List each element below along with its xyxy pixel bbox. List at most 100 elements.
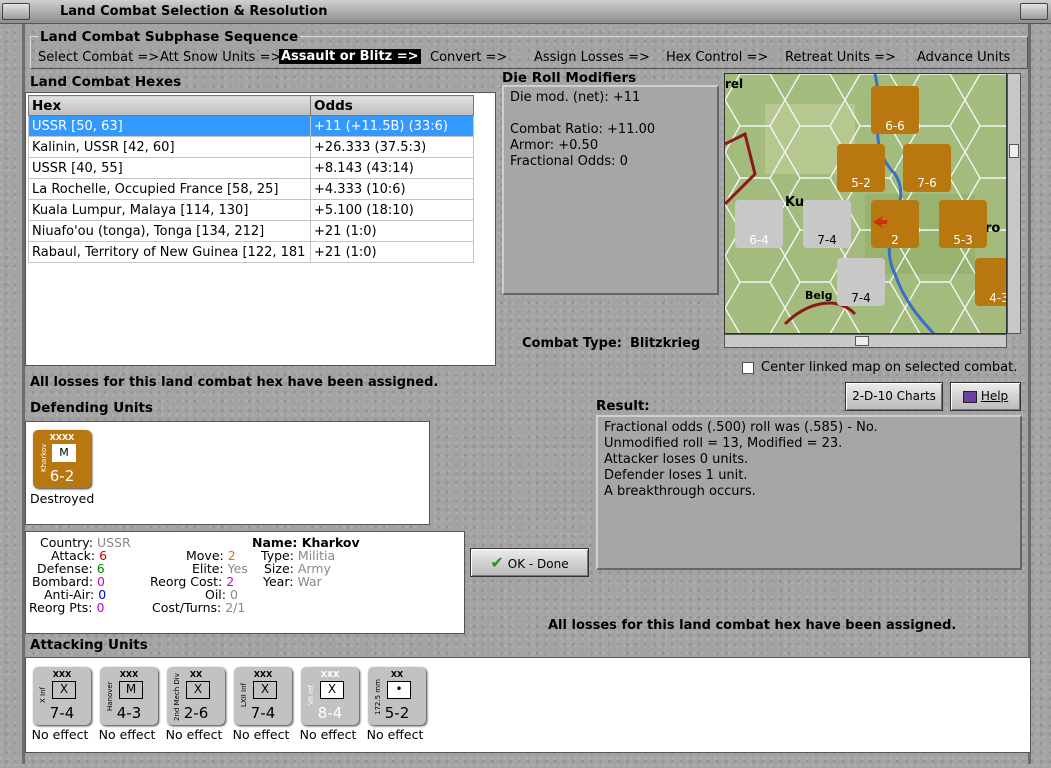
checkmark-icon: ✔ xyxy=(490,553,504,572)
odds-cell: +5.100 (18:10) xyxy=(310,199,474,221)
year-value: War xyxy=(297,574,322,589)
map-counter[interactable]: 6-4 xyxy=(735,200,783,248)
seq-step-assign-losses: Assign Losses => xyxy=(534,50,650,65)
hex-row[interactable]: La Rochelle, Occupied France [58, 25] +4.… xyxy=(28,178,474,200)
map-counter[interactable]: 7-4 xyxy=(803,200,851,248)
map-counter-strength: 7-6 xyxy=(917,176,937,190)
map-counter[interactable]: 4-3 xyxy=(975,258,1007,306)
map-counter[interactable]: 6-6 xyxy=(871,86,919,134)
map-label: rel xyxy=(725,77,743,91)
map-counter-strength: 4-3 xyxy=(989,291,1007,305)
hex-table: Hex Odds USSR [50, 63] +11 (+11.5B) (33:6… xyxy=(28,95,474,263)
unit-name: X Inf xyxy=(39,687,47,703)
reorgpts-label: Reorg Pts: xyxy=(29,600,93,615)
hex-cell: Niuafo'ou (tonga), Tonga [134, 212] xyxy=(28,220,311,242)
unit-strength: 7-4 xyxy=(250,704,276,722)
reorgpts-value: 0 xyxy=(96,600,105,615)
attacking-unit-counter[interactable]: XXX X Inf X 7-4 xyxy=(33,667,91,725)
map-counter-strength: 7-4 xyxy=(851,291,871,305)
seq-step-hex-control: Hex Control => xyxy=(666,50,769,65)
hex-row[interactable]: USSR [40, 55] +8.143 (43:14) xyxy=(28,157,474,179)
odds-cell: +21 (1:0) xyxy=(310,241,474,263)
attacking-unit-counter[interactable]: XXX Hanover M 4-3 xyxy=(100,667,158,725)
attacking-unit-counter[interactable]: XXX VII Inf X 8-4 xyxy=(301,667,359,725)
unit-type-symbol: M xyxy=(119,681,143,699)
hex-list[interactable]: Hex Odds USSR [50, 63] +11 (+11.5B) (33:6… xyxy=(25,92,496,366)
result-line: Fractional odds (.500) roll was (.585) -… xyxy=(604,420,878,435)
hex-row[interactable]: Niuafo'ou (tonga), Tonga [134, 212] +21 (… xyxy=(28,220,474,242)
sequence-title: Land Combat Subphase Sequence xyxy=(38,29,301,45)
center-map-checkbox[interactable] xyxy=(742,362,754,374)
map-counter-strength: 5-3 xyxy=(953,233,973,247)
book-icon xyxy=(962,390,977,403)
odds-cell: +8.143 (43:14) xyxy=(310,157,474,179)
hex-cell: USSR [40, 55] xyxy=(28,157,311,179)
charts-button[interactable]: 2-D-10 Charts xyxy=(845,382,943,411)
hex-cell: Rabaul, Territory of New Guinea [122, 18… xyxy=(28,241,311,263)
map-counter[interactable]: 5-2 xyxy=(837,144,885,192)
year-label: Year: xyxy=(263,574,294,589)
ok-done-button[interactable]: ✔ OK - Done xyxy=(470,548,589,577)
odds-cell: +11 (+11.5B) (33:6) xyxy=(310,115,474,137)
attacking-unit-status: No effect xyxy=(165,727,223,742)
map-counter[interactable]: 7-6 xyxy=(903,144,951,192)
map-vscroll-thumb[interactable] xyxy=(1009,144,1019,158)
unit-size: XXX xyxy=(52,670,72,679)
map-hscroll-thumb[interactable] xyxy=(855,336,869,346)
help-button[interactable]: Help xyxy=(950,382,1021,411)
map-counter-strength: 6-4 xyxy=(749,233,769,247)
modifier-line xyxy=(510,106,711,122)
seq-step-retreat: Retreat Units => xyxy=(785,50,896,65)
close-button[interactable] xyxy=(1020,3,1048,20)
center-map-label: Center linked map on selected combat. xyxy=(761,360,1018,375)
attacking-unit-status: No effect xyxy=(366,727,424,742)
result-title: Result: xyxy=(596,398,650,414)
hex-row[interactable]: USSR [50, 63] +11 (+11.5B) (33:6) xyxy=(28,115,474,137)
hex-row[interactable]: Kuala Lumpur, Malaya [114, 130] +5.100 (1… xyxy=(28,199,474,221)
map-vertical-scrollbar[interactable] xyxy=(1007,73,1021,334)
hex-cell: Kalinin, USSR [42, 60] xyxy=(28,136,311,158)
unit-size: XXXX xyxy=(49,433,75,442)
attacking-title: Attacking Units xyxy=(30,637,148,653)
map-label: Belg xyxy=(805,289,833,302)
map-counter-strength: 5-2 xyxy=(851,176,871,190)
window-title: Land Combat Selection & Resolution xyxy=(60,4,328,19)
odds-cell: +26.333 (37.5:3) xyxy=(310,136,474,158)
map-counter-strength: 2 xyxy=(891,233,899,247)
losses-message: All losses for this land combat hex have… xyxy=(30,375,439,390)
hex-row[interactable]: Rabaul, Territory of New Guinea [122, 18… xyxy=(28,241,474,263)
unit-strength: 8-4 xyxy=(317,704,343,722)
modifier-line: Combat Ratio: +11.00 xyxy=(510,122,656,137)
system-menu-button[interactable] xyxy=(2,3,30,20)
map-counter[interactable]: 7-4 xyxy=(837,258,885,306)
modifier-line: Armor: +0.50 xyxy=(510,138,599,153)
map-counter[interactable]: 5-3 xyxy=(939,200,987,248)
attacking-unit-counter[interactable]: XXX LXII Inf X 7-4 xyxy=(234,667,292,725)
seq-step-att-snow: Att Snow Units => xyxy=(160,50,282,65)
unit-type-symbol: X xyxy=(52,681,76,699)
attacking-unit-counter[interactable]: XX 172.5 mm • 5-2 xyxy=(368,667,426,725)
combat-type-label: Combat Type: xyxy=(522,336,622,351)
title-bar: Land Combat Selection & Resolution xyxy=(0,0,1051,24)
map-counter-strength: 7-4 xyxy=(817,233,837,247)
hex-cell: La Rochelle, Occupied France [58, 25] xyxy=(28,178,311,200)
map-horizontal-scrollbar[interactable] xyxy=(724,334,1007,348)
result-line: Unmodified roll = 13, Modified = 23. xyxy=(604,436,843,451)
attacking-unit-status: No effect xyxy=(31,727,89,742)
attacking-unit-status: No effect xyxy=(98,727,156,742)
odds-cell: +4.333 (10:6) xyxy=(310,178,474,200)
losses-message-2: All losses for this land combat hex have… xyxy=(548,618,957,633)
linked-map[interactable]: rel Ku ro Belg 6-6 5-2 7-6 6-4 7-4 2 5-3… xyxy=(724,73,1007,334)
attacking-unit-counter[interactable]: XX 2nd Mech Div X 2-6 xyxy=(167,667,225,725)
modifier-line: Fractional Odds: 0 xyxy=(510,154,628,169)
map-counter-strength: 6-6 xyxy=(885,119,905,133)
ok-done-label: OK - Done xyxy=(507,557,569,571)
defending-unit-counter[interactable]: XXXX Kharkov M 6-2 xyxy=(33,430,91,488)
unit-strength: 6-2 xyxy=(49,467,75,485)
hex-row[interactable]: Kalinin, USSR [42, 60] +26.333 (37.5:3) xyxy=(28,136,474,158)
col-odds[interactable]: Odds xyxy=(310,95,474,116)
unit-size: XXX xyxy=(320,670,340,679)
map-label: ro xyxy=(985,221,1000,236)
col-hex[interactable]: Hex xyxy=(28,95,311,116)
unit-type-symbol: X xyxy=(186,681,210,699)
